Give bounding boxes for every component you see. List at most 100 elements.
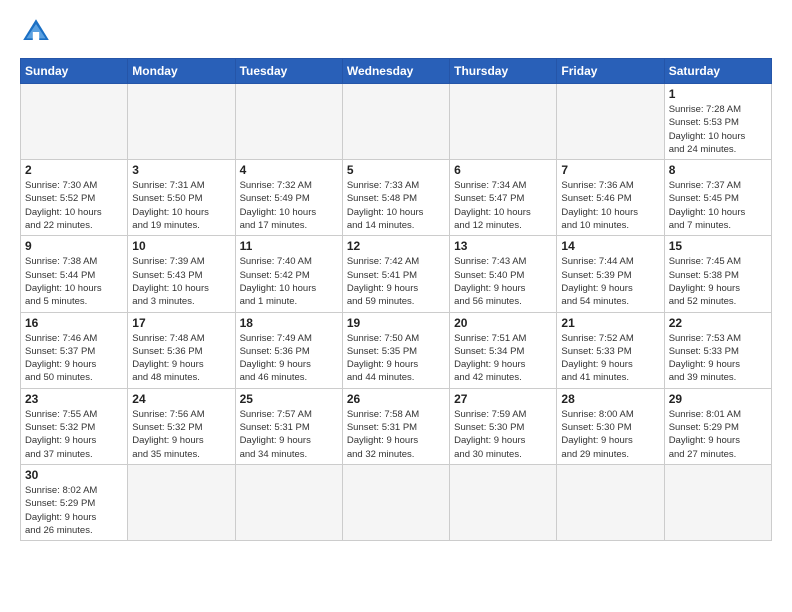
day-number: 6: [454, 163, 552, 177]
day-number: 1: [669, 87, 767, 101]
logo-icon: [20, 16, 52, 48]
calendar-cell: [450, 464, 557, 540]
day-number: 15: [669, 239, 767, 253]
day-info: Sunrise: 7:58 AM Sunset: 5:31 PM Dayligh…: [347, 408, 445, 461]
day-number: 3: [132, 163, 230, 177]
calendar-cell: 5 Sunrise: 7:33 AM Sunset: 5:48 PM Daylig…: [342, 160, 449, 236]
calendar-cell: [21, 84, 128, 160]
calendar-cell: 28 Sunrise: 8:00 AM Sunset: 5:30 PM Dayli…: [557, 388, 664, 464]
day-number: 27: [454, 392, 552, 406]
weekday-header-wednesday: Wednesday: [342, 59, 449, 84]
day-info: Sunrise: 7:32 AM Sunset: 5:49 PM Dayligh…: [240, 179, 338, 232]
weekday-header-thursday: Thursday: [450, 59, 557, 84]
day-number: 29: [669, 392, 767, 406]
week-row-5: 30Sunrise: 8:02 AM Sunset: 5:29 PM Dayli…: [21, 464, 772, 540]
day-number: 26: [347, 392, 445, 406]
day-info: Sunrise: 8:01 AM Sunset: 5:29 PM Dayligh…: [669, 408, 767, 461]
calendar-cell: 12 Sunrise: 7:42 AM Sunset: 5:41 PM Dayli…: [342, 236, 449, 312]
calendar-cell: 24Sunrise: 7:56 AM Sunset: 5:32 PM Dayli…: [128, 388, 235, 464]
day-number: 14: [561, 239, 659, 253]
calendar-cell: 27 Sunrise: 7:59 AM Sunset: 5:30 PM Dayli…: [450, 388, 557, 464]
day-info: Sunrise: 7:38 AM Sunset: 5:44 PM Dayligh…: [25, 255, 123, 308]
weekday-header-sunday: Sunday: [21, 59, 128, 84]
calendar-cell: 17 Sunrise: 7:48 AM Sunset: 5:36 PM Dayli…: [128, 312, 235, 388]
calendar-cell: 30Sunrise: 8:02 AM Sunset: 5:29 PM Dayli…: [21, 464, 128, 540]
calendar-cell: 9Sunrise: 7:38 AM Sunset: 5:44 PM Daylig…: [21, 236, 128, 312]
week-row-4: 23 Sunrise: 7:55 AM Sunset: 5:32 PM Dayli…: [21, 388, 772, 464]
calendar-cell: [342, 464, 449, 540]
day-info: Sunrise: 7:39 AM Sunset: 5:43 PM Dayligh…: [132, 255, 230, 308]
day-number: 25: [240, 392, 338, 406]
calendar-cell: 1 Sunrise: 7:28 AM Sunset: 5:53 PM Daylig…: [664, 84, 771, 160]
week-row-2: 9Sunrise: 7:38 AM Sunset: 5:44 PM Daylig…: [21, 236, 772, 312]
day-info: Sunrise: 7:59 AM Sunset: 5:30 PM Dayligh…: [454, 408, 552, 461]
day-info: Sunrise: 7:53 AM Sunset: 5:33 PM Dayligh…: [669, 332, 767, 385]
calendar-cell: [342, 84, 449, 160]
calendar-cell: 26 Sunrise: 7:58 AM Sunset: 5:31 PM Dayli…: [342, 388, 449, 464]
day-number: 23: [25, 392, 123, 406]
week-row-1: 2Sunrise: 7:30 AM Sunset: 5:52 PM Daylig…: [21, 160, 772, 236]
calendar-cell: 20 Sunrise: 7:51 AM Sunset: 5:34 PM Dayli…: [450, 312, 557, 388]
day-info: Sunrise: 7:55 AM Sunset: 5:32 PM Dayligh…: [25, 408, 123, 461]
day-number: 12: [347, 239, 445, 253]
day-number: 28: [561, 392, 659, 406]
calendar-cell: 6 Sunrise: 7:34 AM Sunset: 5:47 PM Daylig…: [450, 160, 557, 236]
calendar-cell: [450, 84, 557, 160]
calendar-cell: [235, 464, 342, 540]
logo: [20, 16, 56, 48]
day-number: 20: [454, 316, 552, 330]
calendar-cell: [128, 464, 235, 540]
day-number: 16: [25, 316, 123, 330]
weekday-header-tuesday: Tuesday: [235, 59, 342, 84]
day-info: Sunrise: 7:28 AM Sunset: 5:53 PM Dayligh…: [669, 103, 767, 156]
weekday-header-row: SundayMondayTuesdayWednesdayThursdayFrid…: [21, 59, 772, 84]
day-info: Sunrise: 7:37 AM Sunset: 5:45 PM Dayligh…: [669, 179, 767, 232]
calendar-cell: 7Sunrise: 7:36 AM Sunset: 5:46 PM Daylig…: [557, 160, 664, 236]
calendar-cell: 18 Sunrise: 7:49 AM Sunset: 5:36 PM Dayli…: [235, 312, 342, 388]
calendar-cell: 22 Sunrise: 7:53 AM Sunset: 5:33 PM Dayli…: [664, 312, 771, 388]
day-info: Sunrise: 7:43 AM Sunset: 5:40 PM Dayligh…: [454, 255, 552, 308]
day-info: Sunrise: 7:42 AM Sunset: 5:41 PM Dayligh…: [347, 255, 445, 308]
page: SundayMondayTuesdayWednesdayThursdayFrid…: [0, 0, 792, 612]
calendar-cell: [557, 84, 664, 160]
day-info: Sunrise: 7:51 AM Sunset: 5:34 PM Dayligh…: [454, 332, 552, 385]
calendar-cell: [128, 84, 235, 160]
day-info: Sunrise: 7:52 AM Sunset: 5:33 PM Dayligh…: [561, 332, 659, 385]
day-info: Sunrise: 7:45 AM Sunset: 5:38 PM Dayligh…: [669, 255, 767, 308]
calendar: SundayMondayTuesdayWednesdayThursdayFrid…: [20, 58, 772, 541]
day-info: Sunrise: 7:40 AM Sunset: 5:42 PM Dayligh…: [240, 255, 338, 308]
day-info: Sunrise: 7:30 AM Sunset: 5:52 PM Dayligh…: [25, 179, 123, 232]
day-info: Sunrise: 7:34 AM Sunset: 5:47 PM Dayligh…: [454, 179, 552, 232]
day-number: 30: [25, 468, 123, 482]
calendar-cell: 19Sunrise: 7:50 AM Sunset: 5:35 PM Dayli…: [342, 312, 449, 388]
day-info: Sunrise: 7:31 AM Sunset: 5:50 PM Dayligh…: [132, 179, 230, 232]
day-number: 13: [454, 239, 552, 253]
calendar-cell: 13 Sunrise: 7:43 AM Sunset: 5:40 PM Dayli…: [450, 236, 557, 312]
day-number: 8: [669, 163, 767, 177]
day-number: 18: [240, 316, 338, 330]
calendar-cell: 25Sunrise: 7:57 AM Sunset: 5:31 PM Dayli…: [235, 388, 342, 464]
calendar-cell: 8 Sunrise: 7:37 AM Sunset: 5:45 PM Daylig…: [664, 160, 771, 236]
calendar-cell: 16Sunrise: 7:46 AM Sunset: 5:37 PM Dayli…: [21, 312, 128, 388]
weekday-header-monday: Monday: [128, 59, 235, 84]
weekday-header-saturday: Saturday: [664, 59, 771, 84]
day-number: 24: [132, 392, 230, 406]
day-number: 5: [347, 163, 445, 177]
day-info: Sunrise: 8:00 AM Sunset: 5:30 PM Dayligh…: [561, 408, 659, 461]
calendar-cell: [664, 464, 771, 540]
calendar-cell: [557, 464, 664, 540]
day-info: Sunrise: 7:36 AM Sunset: 5:46 PM Dayligh…: [561, 179, 659, 232]
calendar-cell: [235, 84, 342, 160]
day-number: 17: [132, 316, 230, 330]
day-info: Sunrise: 7:49 AM Sunset: 5:36 PM Dayligh…: [240, 332, 338, 385]
day-number: 10: [132, 239, 230, 253]
day-info: Sunrise: 7:33 AM Sunset: 5:48 PM Dayligh…: [347, 179, 445, 232]
day-info: Sunrise: 7:48 AM Sunset: 5:36 PM Dayligh…: [132, 332, 230, 385]
calendar-cell: 14Sunrise: 7:44 AM Sunset: 5:39 PM Dayli…: [557, 236, 664, 312]
calendar-cell: 23 Sunrise: 7:55 AM Sunset: 5:32 PM Dayli…: [21, 388, 128, 464]
calendar-cell: 29 Sunrise: 8:01 AM Sunset: 5:29 PM Dayli…: [664, 388, 771, 464]
day-number: 21: [561, 316, 659, 330]
day-number: 22: [669, 316, 767, 330]
day-number: 19: [347, 316, 445, 330]
week-row-3: 16Sunrise: 7:46 AM Sunset: 5:37 PM Dayli…: [21, 312, 772, 388]
